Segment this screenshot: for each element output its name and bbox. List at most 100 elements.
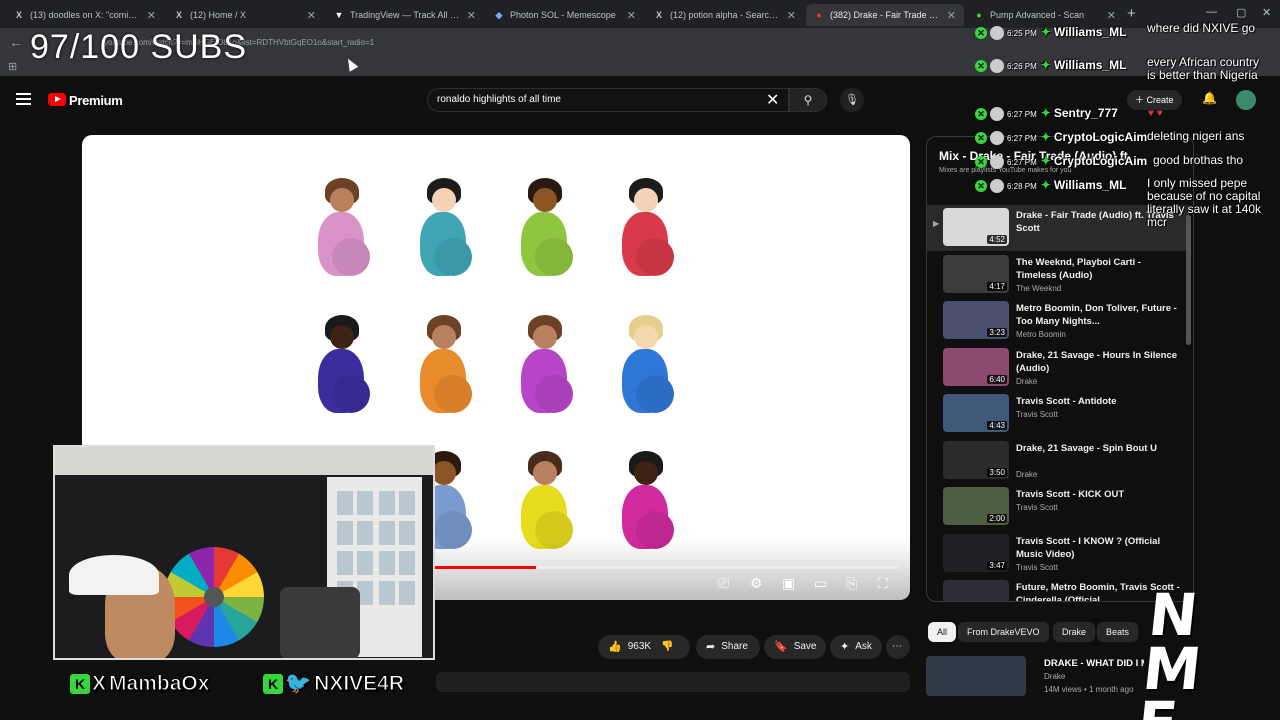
clear-search-icon[interactable]: ✕ [766, 90, 779, 110]
close-tab-icon[interactable]: ✕ [947, 9, 956, 22]
recommended-thumbnail[interactable] [926, 656, 1026, 696]
chat-avatar [990, 130, 1004, 145]
recommended-meta: 14M views • 1 month ago [1044, 685, 1134, 694]
subtitles-icon[interactable]: ⎚ [718, 575, 729, 592]
playlist-thumbnail[interactable]: 4:43 [943, 394, 1009, 432]
playlist-thumbnail[interactable]: 3:47 [943, 533, 1009, 572]
playlist-item[interactable]: 3:50 Drake, 21 Savage - Spin Bout U Drake [927, 438, 1189, 484]
close-tab-icon[interactable]: ✕ [787, 9, 796, 22]
recommended-title: DRAKE - WHAT DID I MISS [1044, 658, 1144, 669]
settings-gear-icon[interactable]: ⚙ [750, 575, 763, 592]
playlist-item[interactable]: 4:43 Travis Scott - Antidote Travis Scott [927, 391, 1189, 437]
share-button[interactable]: ➦ Share [696, 635, 760, 659]
voice-search-button[interactable]: 🎙 [840, 88, 864, 112]
miniplayer-icon[interactable]: ▣ [782, 575, 795, 592]
notifications-bell-icon[interactable]: 🔔 [1202, 91, 1217, 105]
cast-icon[interactable]: ⎘ [846, 575, 857, 592]
back-arrow-icon[interactable]: ← [9, 34, 23, 50]
minimize-icon[interactable]: — [1206, 6, 1217, 18]
playlist-item-channel: Travis Scott [1016, 410, 1058, 419]
close-window-icon[interactable]: ✕ [1262, 6, 1271, 19]
playlist-item-title: Drake, 21 Savage - Hours In Silence (Aud… [1016, 349, 1178, 374]
close-tab-icon[interactable]: ✕ [627, 9, 636, 22]
account-avatar[interactable] [1236, 90, 1256, 110]
chat-message: every African country is better than Nig… [1147, 55, 1260, 82]
browser-tab[interactable]: X (12) Home / X ✕ [166, 4, 324, 26]
search-button[interactable]: ⚲ [789, 88, 827, 112]
chip-beats[interactable]: Beats [1097, 622, 1139, 642]
browser-tab-active[interactable]: ● (382) Drake - Fair Trade (Au ✕ [806, 4, 964, 26]
browser-tab[interactable]: ● Pump Advanced - Scan ✕ [966, 4, 1124, 26]
hearts-icon: ♥ ♥ [1148, 108, 1163, 119]
browser-tab[interactable]: ◆ Photon SOL - Memescope ✕ [486, 4, 644, 26]
playlist-item[interactable]: 4:17 The Weeknd, Playboi Carti - Timeless… [927, 252, 1189, 298]
share-label: Share [721, 641, 748, 652]
playlist-item-channel: Travis Scott [1016, 503, 1058, 512]
chat-timestamp: 6:27 PM [1007, 110, 1037, 119]
close-tab-icon[interactable]: ✕ [147, 9, 156, 22]
playlist-item-title: Drake, 21 Savage - Spin Bout U [1016, 442, 1157, 454]
apps-grid-icon[interactable]: ⊞ [8, 60, 17, 73]
fullscreen-icon[interactable]: ⛶ [878, 575, 888, 592]
duration-badge: 3:23 [987, 328, 1007, 337]
playlist-thumbnail[interactable]: 4:17 [943, 254, 1009, 293]
chat-avatar [990, 178, 1004, 193]
menu-icon[interactable] [16, 93, 31, 105]
playlist-scrollbar[interactable] [1186, 215, 1191, 345]
playlist-item[interactable]: 3:47 Travis Scott - I KNOW ? (Official Mu… [927, 531, 1189, 577]
close-tab-icon[interactable]: ✕ [1107, 9, 1116, 22]
x-logo-icon: X [91, 672, 107, 696]
close-tab-icon[interactable]: ✕ [307, 9, 316, 22]
search-input[interactable]: ronaldo highlights of all time [427, 88, 789, 112]
chat-line: ✕ 6:27 PM ✦ CryptoLogicAim [975, 154, 1147, 169]
create-button[interactable]: ＋ Create [1127, 90, 1182, 110]
chat-line: ✕ 6:25 PM ✦ Williams_ML [975, 25, 1126, 40]
like-button[interactable]: 👍 963K 👎 [598, 635, 690, 659]
playlist-item[interactable]: 3:23 Metro Boomin, Don Toliver, Future - … [927, 298, 1189, 344]
thumbs-down-icon[interactable]: 👎 [661, 635, 673, 659]
chat-line: ✕ 6:27 PM ✦ Sentry_777 [975, 106, 1118, 121]
chat-line: ✕ 6:26 PM ✦ Williams_ML [975, 58, 1126, 73]
playlist-thumbnail[interactable]: 3:50 [943, 440, 1009, 479]
youtube-logo-icon[interactable] [48, 93, 66, 106]
playlist-item[interactable]: 2:00 Travis Scott - KICK OUT Travis Scott [927, 484, 1189, 530]
pregnant-person-emoji [515, 178, 575, 284]
ask-button[interactable]: ✦ Ask [830, 635, 882, 659]
pregnant-person-emoji [414, 315, 474, 421]
close-tab-icon[interactable]: ✕ [467, 9, 476, 22]
more-dots-icon: ⋯ [892, 641, 902, 652]
x-icon: X [655, 10, 662, 20]
playlist-thumbnail[interactable]: 4:52 [943, 208, 1009, 246]
playlist-item-title: Travis Scott - Antidote [1016, 396, 1117, 407]
chip-from-drakevevo[interactable]: From DrakeVEVO [958, 622, 1049, 642]
new-tab-icon[interactable]: + [1127, 5, 1136, 22]
playlist-thumbnail[interactable]: 6:40 [943, 347, 1009, 386]
playlist-thumbnail[interactable]: 3:23 [943, 301, 1009, 339]
more-actions-button[interactable]: ⋯ [886, 635, 910, 659]
playlist-item-title: The Weeknd, Playboi Carti - Timeless (Au… [1016, 256, 1141, 281]
pregnant-person-emoji [616, 178, 676, 284]
chat-avatar [990, 106, 1004, 121]
browser-tab[interactable]: X(13) doodles on X: "coming soo✕ [6, 4, 164, 26]
browser-tab[interactable]: ▼TradingView — Track All Marke✕ [326, 4, 484, 26]
twitter-bird-icon: 🐦 [284, 672, 312, 696]
playlist-item[interactable]: 6:40 Drake, 21 Savage - Hours In Silence … [927, 345, 1189, 391]
maximize-icon[interactable]: ▢ [1236, 6, 1246, 19]
save-label: Save [793, 641, 817, 652]
youtube-premium-label[interactable]: Premium [69, 93, 123, 108]
chat-message: where did NXIVE go [1147, 21, 1256, 35]
badge-icon: ✦ [1040, 25, 1051, 39]
chip-drake[interactable]: Drake [1053, 622, 1096, 642]
duration-badge: 3:50 [987, 467, 1007, 477]
chat-avatar [990, 58, 1004, 73]
save-button[interactable]: 🔖 Save [764, 635, 826, 659]
theater-mode-icon[interactable]: ▭ [814, 575, 827, 592]
playlist-item-channel: The Weeknd [1016, 283, 1062, 293]
chat-username: Williams_ML [1053, 178, 1127, 192]
duration-badge: 4:43 [987, 421, 1007, 430]
chip-all[interactable]: All [928, 622, 957, 642]
kick-chat-icon: ✕ [975, 155, 987, 168]
playlist-thumbnail[interactable]: 3:52 [943, 580, 1009, 601]
playlist-thumbnail[interactable]: 2:00 [943, 487, 1009, 525]
browser-tab[interactable]: X (12) potion alpha - Search / X ✕ [646, 4, 804, 26]
